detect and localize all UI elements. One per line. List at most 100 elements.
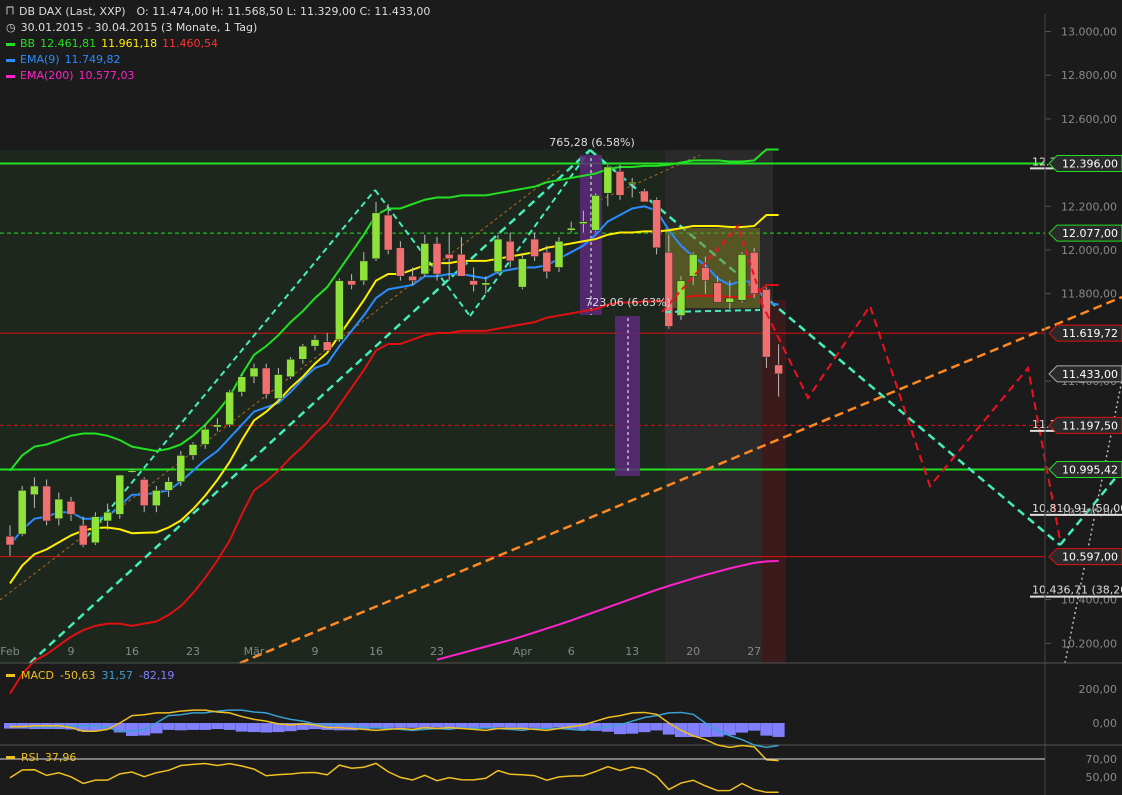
ema200-swatch — [6, 74, 15, 78]
price-badge-label: 10.597,00 — [1062, 551, 1118, 564]
rsi-tick-label: 50,00 — [1086, 771, 1118, 784]
macd-signal: 31,57 — [101, 669, 133, 682]
candle-body — [396, 247, 405, 277]
macd-histogram-bar — [528, 723, 541, 728]
macd-histogram-bar — [199, 723, 212, 730]
macd-histogram-bar — [4, 723, 16, 729]
macd-histogram-bar — [211, 723, 224, 730]
macd-histogram-bar — [162, 723, 175, 730]
candle-body — [237, 376, 247, 393]
candle-body — [286, 359, 295, 377]
candle-body — [298, 345, 308, 360]
ohlc-values: O: 11.474,00 H: 11.568,50 L: 11.329,00 C… — [136, 5, 431, 18]
candle-body — [322, 341, 332, 351]
candle-body — [127, 470, 137, 473]
price-badge-label: 12.396,00 — [1062, 157, 1118, 170]
candle-body — [54, 498, 64, 520]
measure-label-mid: 723,06 (6.63%) — [585, 296, 671, 309]
y-tick-label: 11.800,00 — [1061, 288, 1117, 301]
candle-body — [615, 171, 625, 196]
chart-legend: ⨅ DB DAX (Last, XXP) O: 11.474,00 H: 11.56… — [6, 4, 430, 84]
macd-histogram-bar — [553, 723, 565, 728]
candle-body — [176, 455, 186, 482]
candle-body — [444, 254, 454, 259]
y-tick-label: 12.800,00 — [1061, 69, 1117, 82]
bb-swatch — [6, 42, 15, 46]
candle-body — [640, 190, 649, 203]
rsi-swatch — [6, 756, 15, 759]
ema9-value: 11.749,82 — [64, 53, 121, 66]
price-badge-label: 10.995,42 — [1062, 464, 1118, 477]
candle-body — [737, 254, 747, 301]
x-tick-label: 13 — [625, 645, 639, 658]
candle-body — [371, 212, 381, 259]
rsi-legend: RSI 37,96 — [6, 751, 76, 764]
macd-histogram-bar — [492, 723, 504, 728]
macd-tick-label: 200,00 — [1079, 683, 1118, 696]
candle-body — [359, 260, 369, 281]
candle-body — [774, 364, 783, 375]
candle-body — [42, 485, 51, 522]
price-badge-label: 12.077,00 — [1062, 227, 1118, 240]
y-tick-label: 12.000,00 — [1061, 244, 1117, 257]
candle-body — [152, 490, 161, 506]
measure-label-top: 765,28 (6.58%) — [549, 136, 635, 149]
candle-body — [200, 428, 210, 445]
x-tick-label: 9 — [312, 645, 319, 658]
candle-body — [213, 424, 222, 428]
ema200-value: 10.577,03 — [78, 69, 135, 82]
candle-body — [652, 199, 661, 249]
macd-label: MACD — [21, 669, 54, 682]
macd-histogram-bar — [126, 723, 138, 736]
candle-body — [566, 227, 576, 231]
candle-body — [554, 241, 564, 268]
candle-body — [5, 536, 15, 546]
macd-histogram-bar — [235, 723, 248, 732]
instrument-title: DB DAX (Last, XXP) — [19, 5, 126, 18]
y-tick-label: 10.200,00 — [1061, 637, 1117, 650]
bb-label: BB — [20, 37, 36, 50]
macd-value: -50,63 — [59, 669, 96, 682]
candle-body — [542, 251, 552, 273]
candle-body — [383, 214, 393, 251]
macd-histogram-bar — [748, 723, 761, 731]
candle-body — [664, 251, 674, 327]
candle-body — [469, 280, 478, 286]
macd-histogram-bar — [223, 723, 236, 730]
macd-histogram-bar — [772, 723, 785, 737]
bb-mid: 11.961,18 — [101, 37, 158, 50]
candle-body — [115, 474, 125, 515]
clock-icon: ◷ — [6, 21, 16, 34]
macd-histogram-bar — [260, 723, 273, 733]
x-tick-label: Apr — [513, 645, 533, 658]
candle-body — [78, 525, 88, 546]
candle-body — [505, 241, 515, 262]
price-badge-label: 11.433,00 — [1062, 368, 1118, 381]
macd-swatch — [6, 674, 15, 677]
candle-body — [481, 282, 491, 286]
y-tick-label: 13.000,00 — [1061, 25, 1117, 38]
y-tick-label: 12.200,00 — [1061, 200, 1117, 213]
candle-body — [274, 374, 283, 399]
y-tick-label: 12.600,00 — [1061, 113, 1117, 126]
candle-body — [139, 479, 149, 506]
candle-body — [591, 195, 600, 231]
macd-histogram-bar — [736, 723, 748, 733]
price-badge-label: 11.619,72 — [1062, 327, 1118, 340]
price-badge-label: 11.197,50 — [1062, 419, 1118, 432]
candle-body — [713, 282, 722, 303]
macd-legend: MACD -50,63 31,57 -82,19 — [6, 669, 174, 682]
candle-body — [493, 238, 503, 273]
macd-hist: -82,19 — [138, 669, 175, 682]
bb-upper: 12.461,81 — [40, 37, 97, 50]
ema9-swatch — [6, 58, 15, 62]
candle-body — [457, 254, 466, 277]
macd-histogram-bar — [638, 723, 651, 733]
macd-histogram-bar — [248, 723, 260, 733]
x-tick-label: 16 — [125, 645, 139, 658]
x-tick-label: 27 — [747, 645, 761, 658]
chart-icon: ⨅ — [6, 6, 14, 17]
candle-body — [261, 367, 271, 395]
candle-body — [225, 391, 234, 426]
candle-body — [310, 339, 320, 347]
